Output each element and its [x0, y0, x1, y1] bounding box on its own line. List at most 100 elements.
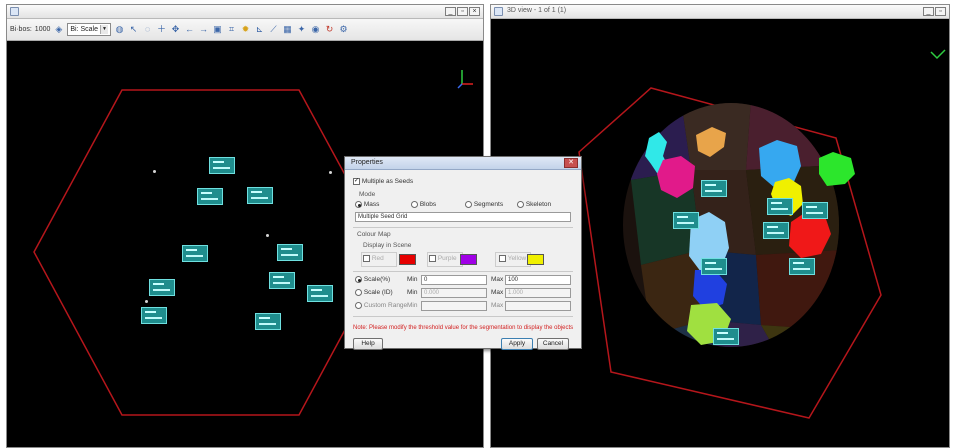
scale-id-option[interactable]: Scale (ID) [355, 289, 393, 296]
row3-min-label: Min [407, 302, 418, 309]
radio-mass[interactable]: Mass [355, 201, 379, 208]
row2-max-field[interactable]: 1.000 [505, 288, 571, 298]
restore-button[interactable]: ▫ [935, 7, 946, 16]
zoom-in-icon[interactable]: ＋ [156, 24, 167, 35]
yellow-checkbox[interactable] [499, 255, 506, 262]
purple-option[interactable]: Purple [429, 255, 457, 262]
cell-marker[interactable] [182, 245, 208, 262]
mode-group-label: Mode [359, 191, 376, 198]
radio-segments-button[interactable] [465, 201, 472, 208]
red-option-label: Red [371, 255, 384, 263]
scale-combo-value: Bi: Scale [70, 26, 98, 33]
custom-range-option[interactable]: Custom Range [355, 302, 407, 309]
red-checkbox[interactable] [363, 255, 370, 262]
radio-blobs[interactable]: Blobs [411, 201, 436, 208]
row1-max-field[interactable]: 100 [505, 275, 571, 285]
yellow-color-swatch[interactable] [527, 254, 544, 265]
app-icon [494, 7, 503, 16]
pan-icon[interactable]: ✥ [170, 24, 181, 35]
row2-min-label: Min [407, 289, 418, 296]
help-button[interactable]: Help [353, 338, 383, 350]
scale-combo[interactable]: Bi: Scale ▼ [67, 23, 111, 36]
yellow-option[interactable]: Yellow [499, 255, 526, 262]
cell-marker[interactable] [701, 180, 727, 197]
sun-icon[interactable]: ✹ [240, 24, 251, 35]
radio-skeleton-label: Skeleton [525, 201, 552, 209]
dialog-titlebar[interactable]: Properties ✕ [345, 157, 581, 170]
purple-color-swatch[interactable] [460, 254, 477, 265]
close-button[interactable]: × [469, 7, 480, 16]
radio-blobs-button[interactable] [411, 201, 418, 208]
cell-marker[interactable] [269, 272, 295, 289]
star-icon[interactable]: ✦ [296, 24, 307, 35]
row1-min-field[interactable]: 0 [421, 275, 487, 285]
dialog-title: Properties [351, 159, 383, 166]
refresh-icon[interactable]: ↻ [324, 24, 335, 35]
cell-marker[interactable] [209, 157, 235, 174]
custom-range-radio[interactable] [355, 302, 362, 309]
radio-skeleton-button[interactable] [517, 201, 524, 208]
cell-marker[interactable] [713, 328, 739, 345]
dialog-close-button[interactable]: ✕ [564, 158, 578, 168]
cell-marker[interactable] [763, 222, 789, 239]
row1-min-label: Min [407, 276, 418, 283]
settings-icon[interactable]: ⚙ [338, 24, 349, 35]
radio-skeleton[interactable]: Skeleton [517, 201, 551, 208]
grid-icon[interactable]: ▦ [282, 24, 293, 35]
cell-marker[interactable] [149, 279, 175, 296]
row3-min-field[interactable] [421, 301, 487, 311]
minimize-button[interactable]: _ [923, 7, 934, 16]
restore-button[interactable]: ▫ [457, 7, 468, 16]
right-window-controls: _ ▫ [923, 7, 946, 16]
multiple-seeds-checkbox[interactable] [353, 177, 360, 185]
left-window-controls: _ ▫ × [445, 7, 480, 16]
ruler-icon[interactable]: ⊾ [254, 24, 265, 35]
axis-indicator-icon [930, 49, 946, 60]
toolbar-value-label: 1000 [34, 26, 51, 33]
cell-marker[interactable] [255, 313, 281, 330]
point-mark [266, 234, 269, 237]
divider [353, 227, 573, 228]
radio-segments[interactable]: Segments [465, 201, 503, 208]
cell-marker[interactable] [141, 307, 167, 324]
cell-marker[interactable] [247, 187, 273, 204]
frame-icon[interactable]: ▣ [212, 24, 223, 35]
cell-marker[interactable] [307, 285, 333, 302]
cell-marker[interactable] [767, 198, 793, 215]
purple-checkbox[interactable] [429, 255, 436, 262]
cell-marker[interactable] [197, 188, 223, 205]
cell-marker[interactable] [789, 258, 815, 275]
left-window-titlebar[interactable]: _ ▫ × [7, 5, 483, 19]
row2-max-label: Max [491, 289, 504, 296]
right-window-titlebar[interactable]: 3D view - 1 of 1 (1) _ ▫ [491, 5, 949, 19]
measure-icon[interactable]: ⟋ [268, 24, 279, 35]
minimize-button[interactable]: _ [445, 7, 456, 16]
threshold-warning: Note: Please modify the threshold value … [353, 325, 574, 331]
cell-marker[interactable] [802, 202, 828, 219]
cancel-button[interactable]: Cancel [537, 338, 569, 350]
arrow-right-icon[interactable]: → [198, 24, 209, 35]
cell-marker[interactable] [673, 212, 699, 229]
red-option[interactable]: Red [363, 255, 384, 262]
apply-button[interactable]: Apply [501, 338, 533, 350]
scale-percent-option[interactable]: Scale(%) [355, 276, 390, 283]
globe-icon[interactable]: ◍ [114, 24, 125, 35]
arrow-left-icon[interactable]: ← [184, 24, 195, 35]
row2-min-field[interactable]: 0.000 [421, 288, 487, 298]
seed-name-field[interactable]: Multiple Seed Grid [355, 212, 571, 222]
row3-max-field[interactable] [505, 301, 571, 311]
lasso-icon[interactable]: ◌ [142, 24, 153, 35]
scale-percent-radio[interactable] [355, 276, 362, 283]
red-color-swatch[interactable] [399, 254, 416, 265]
pointer-icon[interactable]: ↖ [128, 24, 139, 35]
radio-mass-button[interactable] [355, 201, 362, 208]
cell-marker[interactable] [277, 244, 303, 261]
scale-id-radio[interactable] [355, 289, 362, 296]
multiple-seeds-option[interactable]: Multiple as Seeds [353, 177, 413, 185]
crop-icon[interactable]: ⌗ [226, 24, 237, 35]
scale-id-label: Scale (ID) [363, 289, 393, 297]
cell-marker[interactable] [701, 258, 727, 275]
purple-option-label: Purple [437, 255, 457, 263]
layers-icon[interactable]: ◈ [53, 24, 64, 35]
eye-icon[interactable]: ◉ [310, 24, 321, 35]
